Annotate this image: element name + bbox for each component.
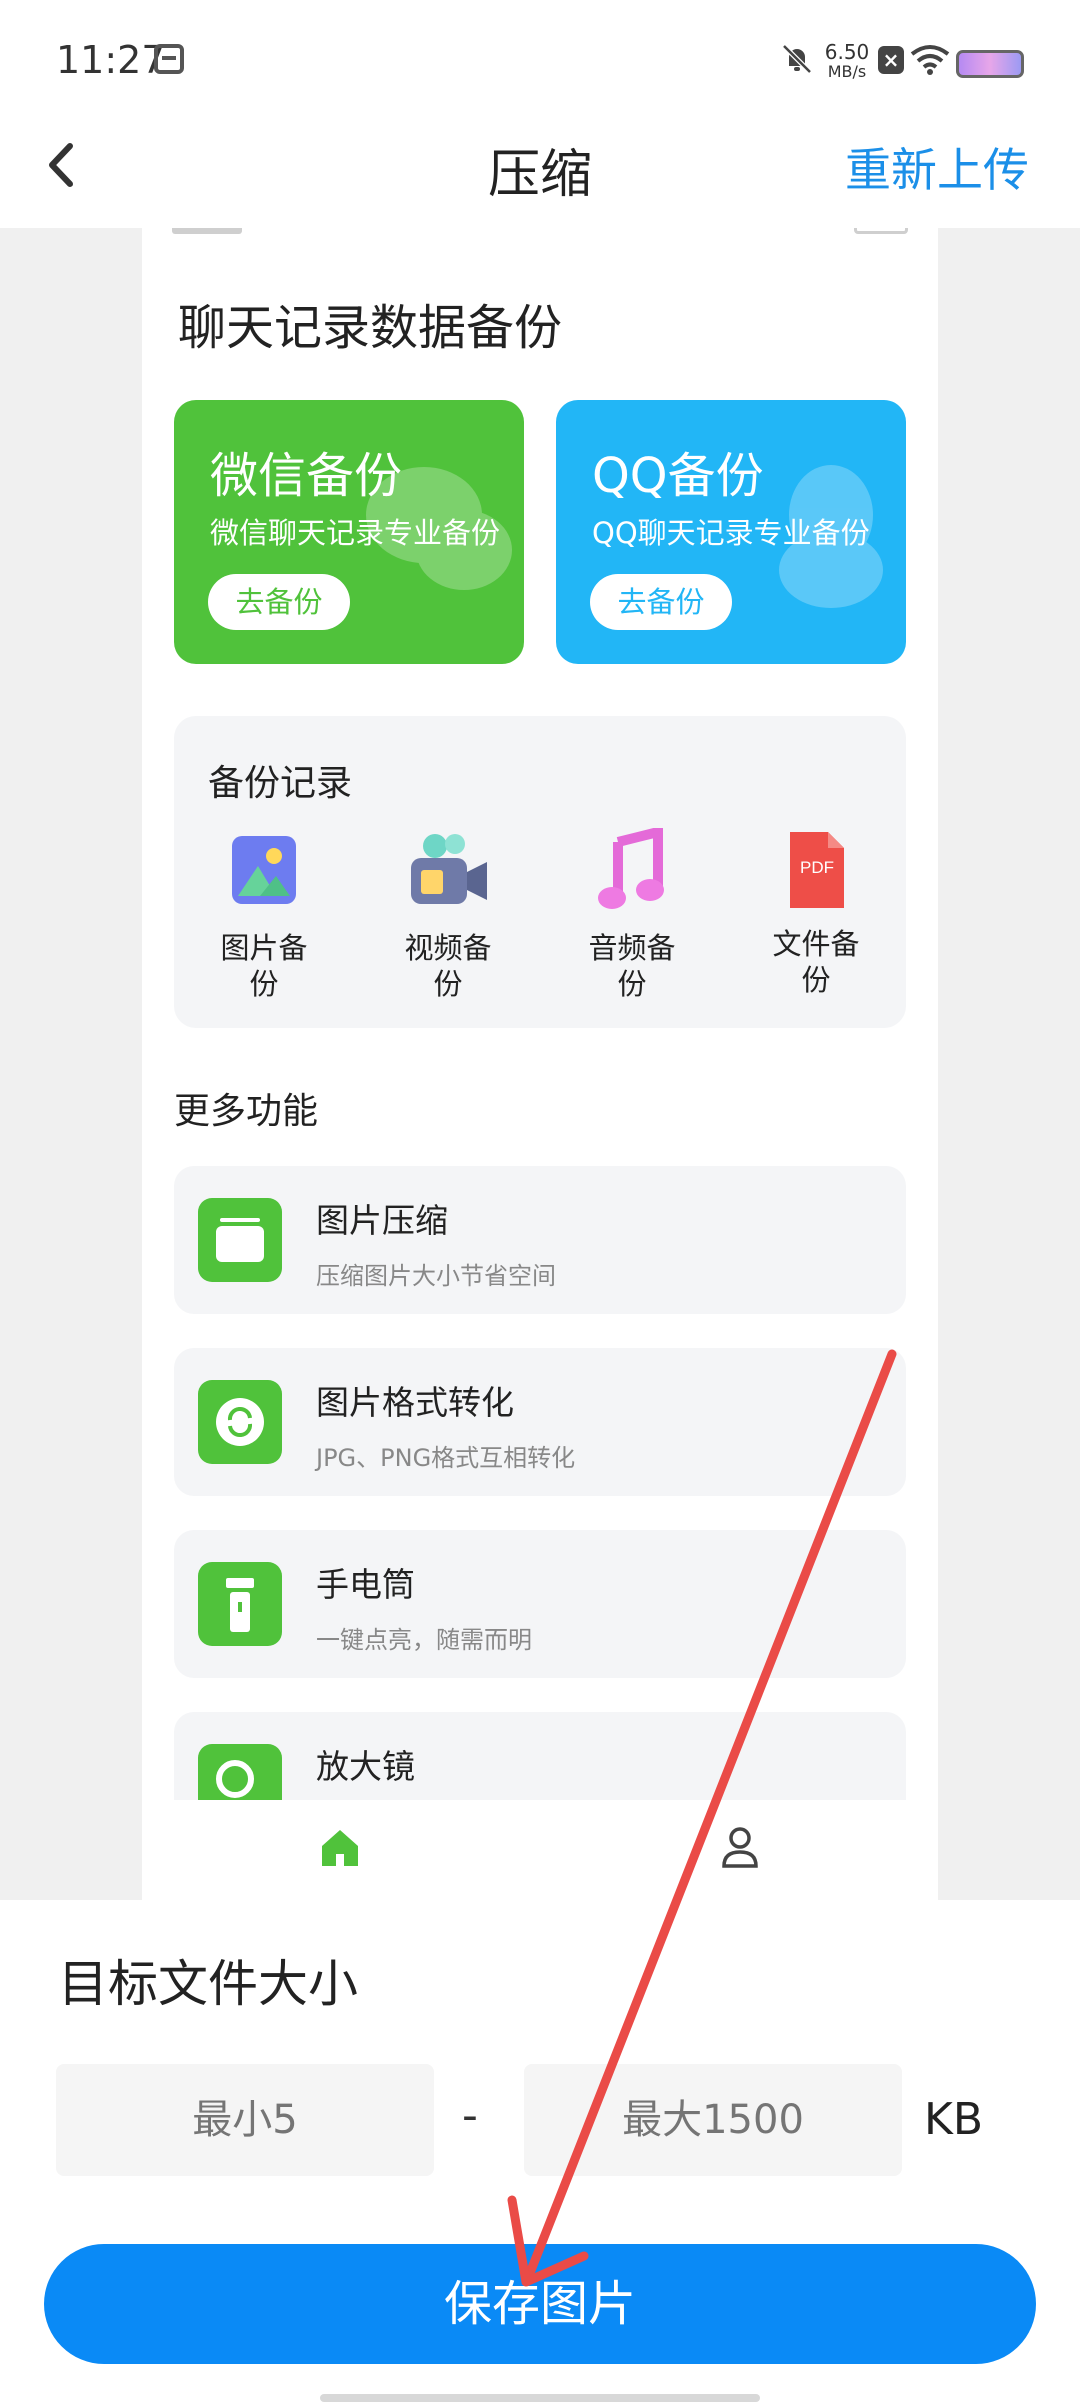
feature-row-compress: 图片压缩 压缩图片大小节省空间 — [174, 1166, 906, 1314]
preview-tab-bar — [142, 1800, 938, 1900]
video-backup-item: 视频备份 — [378, 828, 518, 1002]
feature-row-flashlight: 手电筒 一键点亮，随需而明 — [174, 1530, 906, 1678]
profile-icon — [722, 1827, 758, 1868]
convert-icon — [198, 1380, 282, 1464]
flashlight-icon — [198, 1562, 282, 1646]
min-size-input[interactable] — [56, 2064, 434, 2176]
preview-status-bar — [172, 228, 908, 244]
bell-muted-icon — [782, 44, 812, 74]
image-preview: 聊天记录数据备份 微信备份 微信聊天记录专业备份 去备份 QQ备份 QQ聊天记录… — [142, 228, 938, 1900]
home-indicator — [320, 2394, 760, 2402]
audio-backup-item: 音频备份 — [562, 825, 702, 1002]
range-separator: - — [462, 2090, 478, 2141]
more-features-title: 更多功能 — [174, 1091, 319, 1132]
qq-backup-button: 去备份 — [590, 574, 732, 630]
picture-icon — [232, 836, 296, 904]
feature-row-convert: 图片格式转化 JPG、PNG格式互相转化 — [174, 1348, 906, 1496]
backup-records-panel: 备份记录 图片备份 视频备份 音频备份 PDF 文件备份 — [174, 716, 906, 1028]
music-note-icon — [598, 825, 664, 909]
size-unit-label: KB — [924, 2094, 984, 2145]
picture-backup-item: 图片备份 — [194, 828, 334, 1002]
save-image-button[interactable]: 保存图片 — [44, 2244, 1036, 2364]
target-size-title: 目标文件大小 — [58, 1955, 358, 2013]
pdf-file-icon: PDF — [780, 828, 852, 912]
qq-backup-card: QQ备份 QQ聊天记录专业备份 去备份 — [556, 400, 906, 664]
calendar-icon — [154, 44, 184, 74]
home-icon — [322, 1830, 358, 1866]
wifi-icon — [910, 45, 950, 75]
battery-icon — [956, 50, 1024, 78]
reupload-button[interactable]: 重新上传 — [845, 134, 1029, 200]
video-camera-icon — [411, 834, 487, 904]
network-speed: 6.50 MB/s — [824, 40, 870, 81]
status-time: 11:27 — [56, 38, 166, 82]
notification-x-icon: × — [878, 46, 904, 74]
wechat-backup-button: 去备份 — [208, 574, 350, 630]
file-backup-item: PDF 文件备份 — [746, 828, 886, 998]
compress-icon — [198, 1198, 282, 1282]
preview-section-title: 聊天记录数据备份 — [178, 300, 563, 356]
wechat-backup-card: 微信备份 微信聊天记录专业备份 去备份 — [174, 400, 524, 664]
max-size-input[interactable] — [524, 2064, 902, 2176]
